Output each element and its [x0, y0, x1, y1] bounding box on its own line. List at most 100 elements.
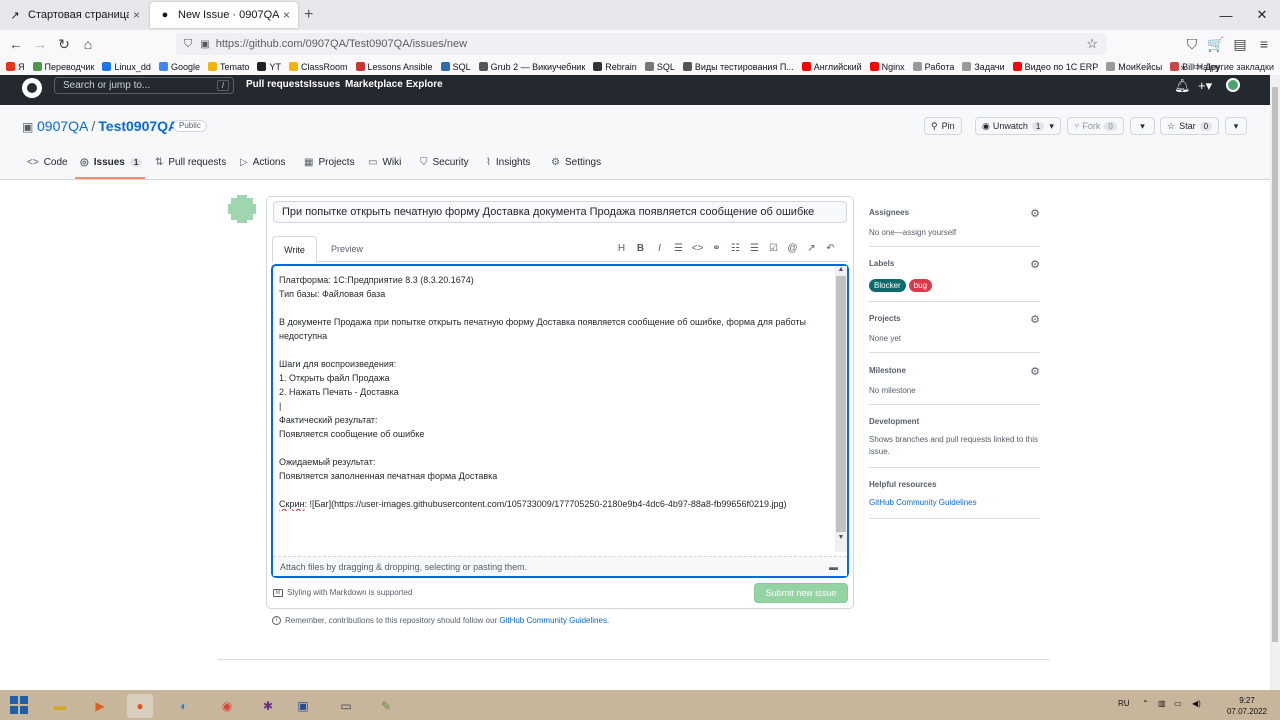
submit-issue-button[interactable]: Submit new issue [754, 583, 848, 603]
star-button[interactable]: ☆ Star 0 [1160, 117, 1220, 135]
gh-nav-pull-requests[interactable]: Pull requests [246, 79, 309, 90]
bookmark-item[interactable]: Google [158, 62, 200, 72]
gh-nav-explore[interactable]: Explore [406, 79, 443, 90]
system-clock[interactable]: 9:27 07.07.2022 [1222, 695, 1272, 717]
slack-icon[interactable]: ✱ [255, 694, 281, 718]
reply-icon[interactable]: ↶ [821, 241, 840, 255]
browser-tab-new-issue[interactable]: ● New Issue · 0907QA/Test0907QA × [150, 2, 298, 28]
issue-title-input[interactable]: При попытке открыть печатную форму Доста… [273, 201, 847, 223]
editor-scroll-thumb[interactable] [836, 276, 846, 532]
bookmark-item[interactable]: Работа [912, 62, 954, 72]
guidelines-link[interactable]: GitHub Community Guidelines [499, 616, 607, 625]
bookmark-item[interactable]: Nginx [869, 62, 905, 72]
pin-button[interactable]: ⚲ Pin [924, 117, 962, 135]
reload-icon[interactable]: ↻ [54, 34, 74, 54]
media-player-icon[interactable]: ▶ [87, 694, 113, 718]
cross-reference-icon[interactable]: ↗ [802, 241, 821, 255]
bookmark-item[interactable]: Temato [207, 62, 249, 72]
page-scrollbar[interactable] [1270, 75, 1280, 690]
scroll-up-icon[interactable]: ▲ [836, 266, 846, 276]
code-icon[interactable]: <> [688, 241, 707, 255]
gh-nav-issues[interactable]: Issues [309, 79, 340, 90]
avatar[interactable] [1226, 78, 1240, 92]
1c-icon[interactable]: ▣ [290, 694, 316, 718]
tab-security[interactable]: ⛉ Security [420, 157, 469, 168]
fork-button[interactable]: ⑂ Fork 0 [1067, 117, 1124, 135]
github-logo-icon[interactable] [22, 78, 42, 98]
file-explorer-icon[interactable]: ▬ [47, 694, 73, 718]
page-scroll-thumb[interactable] [1272, 87, 1278, 642]
numbered-list-icon[interactable]: ☰ [745, 241, 764, 255]
bookmark-item[interactable]: SQL [644, 62, 675, 72]
task-list-icon[interactable]: ☑ [764, 241, 783, 255]
markdown-note[interactable]: M Styling with Markdown is supported [273, 588, 412, 597]
remote-desktop-icon[interactable]: ▭ [333, 694, 359, 718]
pocket-icon[interactable]: ⛉ [1182, 34, 1202, 54]
label-badge[interactable]: Blocker [869, 279, 906, 292]
bookmark-item[interactable]: Grub 2 — Викиучебник [478, 62, 585, 72]
network-icon[interactable]: ▥ [1158, 699, 1166, 708]
quote-icon[interactable]: ☰ [669, 241, 688, 255]
tab-settings[interactable]: ⚙ Settings [551, 157, 601, 168]
tab-issues[interactable]: ◎ Issues 1 [80, 157, 143, 168]
tab-insights[interactable]: ⌇ Insights [486, 157, 530, 168]
bookmark-item[interactable]: Переводчик [32, 62, 94, 72]
mention-icon[interactable]: @ [783, 241, 802, 255]
browser-tab-course[interactable]: ↗ Стартовая страница курса «С × [0, 2, 148, 28]
plus-dropdown-icon[interactable]: +▾ [1198, 78, 1212, 94]
bookmark-item[interactable]: YT [257, 62, 281, 72]
firefox-icon[interactable]: ● [127, 694, 153, 718]
unwatch-button[interactable]: ◉ Unwatch 1 ▾ [975, 117, 1061, 135]
bookmark-item[interactable]: Rebrain [593, 62, 637, 72]
bookmark-item[interactable]: Виды тестирования П... [682, 62, 794, 72]
start-button[interactable] [10, 696, 28, 714]
bookmark-item[interactable]: Linux_dd [102, 62, 151, 72]
repo-owner-link[interactable]: 0907QA [37, 118, 88, 134]
tab-wiki[interactable]: ▭ Wiki [368, 157, 401, 168]
repo-name-link[interactable]: Test0907QA [98, 118, 178, 134]
bookmark-item[interactable]: МоиКейсы [1106, 62, 1162, 72]
app-icon[interactable]: ✎ [373, 694, 399, 718]
forward-icon[interactable]: → [30, 34, 50, 54]
url-bar[interactable]: ⛉ ▣ https://github.com/0907QA/Test0907QA… [176, 33, 1106, 55]
other-bookmarks[interactable]: » ▭ Другие закладки [1181, 58, 1275, 75]
bookmark-item[interactable]: Видео по 1С ERP [1012, 62, 1098, 72]
minimize-icon[interactable]: — [1208, 0, 1244, 30]
bell-icon[interactable]: 🔔︎ [1174, 78, 1191, 94]
chevron-up-icon[interactable]: ⌃ [1142, 699, 1149, 708]
community-guidelines-link[interactable]: GitHub Community Guidelines [869, 497, 1040, 509]
bookmark-item[interactable]: SQL [440, 62, 471, 72]
gear-icon[interactable]: ⚙ [1030, 207, 1040, 220]
bookmark-star-icon[interactable]: ☆ [1086, 36, 1098, 52]
gear-icon[interactable]: ⚙ [1030, 365, 1040, 378]
star-dropdown-button[interactable]: ▾ [1225, 117, 1247, 135]
gear-icon[interactable]: ⚙ [1030, 258, 1040, 271]
scroll-down-icon[interactable]: ▼ [836, 534, 846, 544]
tab-pull-requests[interactable]: ⇅ Pull requests [155, 157, 226, 168]
bold-icon[interactable]: B [631, 241, 650, 255]
tab-code[interactable]: <> Code [27, 157, 68, 168]
chrome-icon[interactable]: ◉ [214, 694, 240, 718]
tab-projects[interactable]: ▦ Projects [304, 157, 355, 168]
tab-preview[interactable]: Preview [322, 236, 372, 262]
chevron-right-icon[interactable]: » [1181, 62, 1186, 72]
new-tab-icon[interactable]: + [304, 6, 313, 24]
cart-icon[interactable]: 🛒 [1206, 34, 1226, 54]
bookmark-item[interactable]: ClassRoom [289, 62, 348, 72]
italic-icon[interactable]: I [650, 241, 669, 255]
fork-dropdown-button[interactable]: ▾ [1130, 117, 1155, 135]
bookmark-item[interactable]: Английский [801, 62, 862, 72]
github-search-input[interactable]: Search or jump to... / [54, 77, 234, 94]
close-tab-icon[interactable]: × [283, 8, 290, 22]
gear-icon[interactable]: ⚙ [1030, 313, 1040, 326]
bookmark-item[interactable]: Задачи [962, 62, 1005, 72]
label-badge[interactable]: bug [908, 279, 933, 292]
link-icon[interactable]: ⚭ [707, 241, 726, 255]
gh-nav-marketplace[interactable]: Marketplace [345, 79, 403, 90]
language-indicator[interactable]: RU [1118, 699, 1130, 708]
volume-icon[interactable]: ◀) [1192, 699, 1201, 708]
home-icon[interactable]: ⌂ [78, 34, 98, 54]
bullet-list-icon[interactable]: ☷ [726, 241, 745, 255]
menu-icon[interactable]: ≡ [1254, 34, 1274, 54]
tab-actions[interactable]: ▷ Actions [240, 157, 286, 168]
